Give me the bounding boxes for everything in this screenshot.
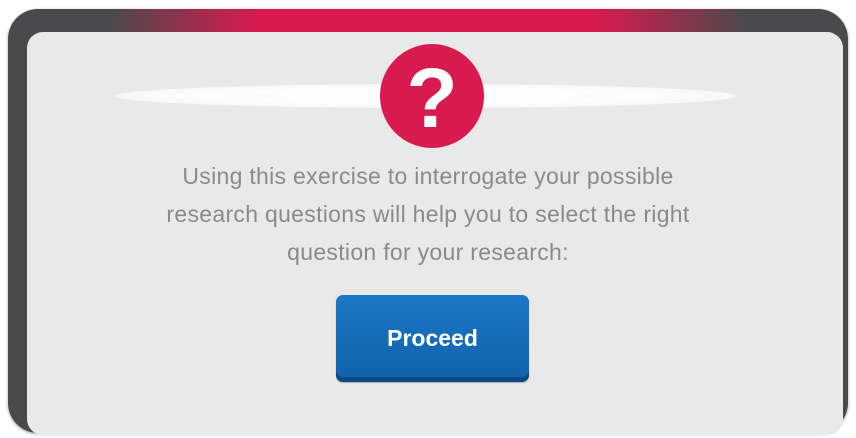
question-mark-icon: ? bbox=[380, 44, 484, 148]
message-line: research questions will help you to sele… bbox=[166, 201, 690, 227]
question-mark-glyph: ? bbox=[406, 51, 458, 145]
message-line: question for your research: bbox=[287, 239, 569, 265]
proceed-button[interactable]: Proceed bbox=[336, 295, 529, 382]
dialog-message: Using this exercise to interrogate your … bbox=[70, 157, 786, 271]
message-line: Using this exercise to interrogate your … bbox=[182, 163, 674, 189]
